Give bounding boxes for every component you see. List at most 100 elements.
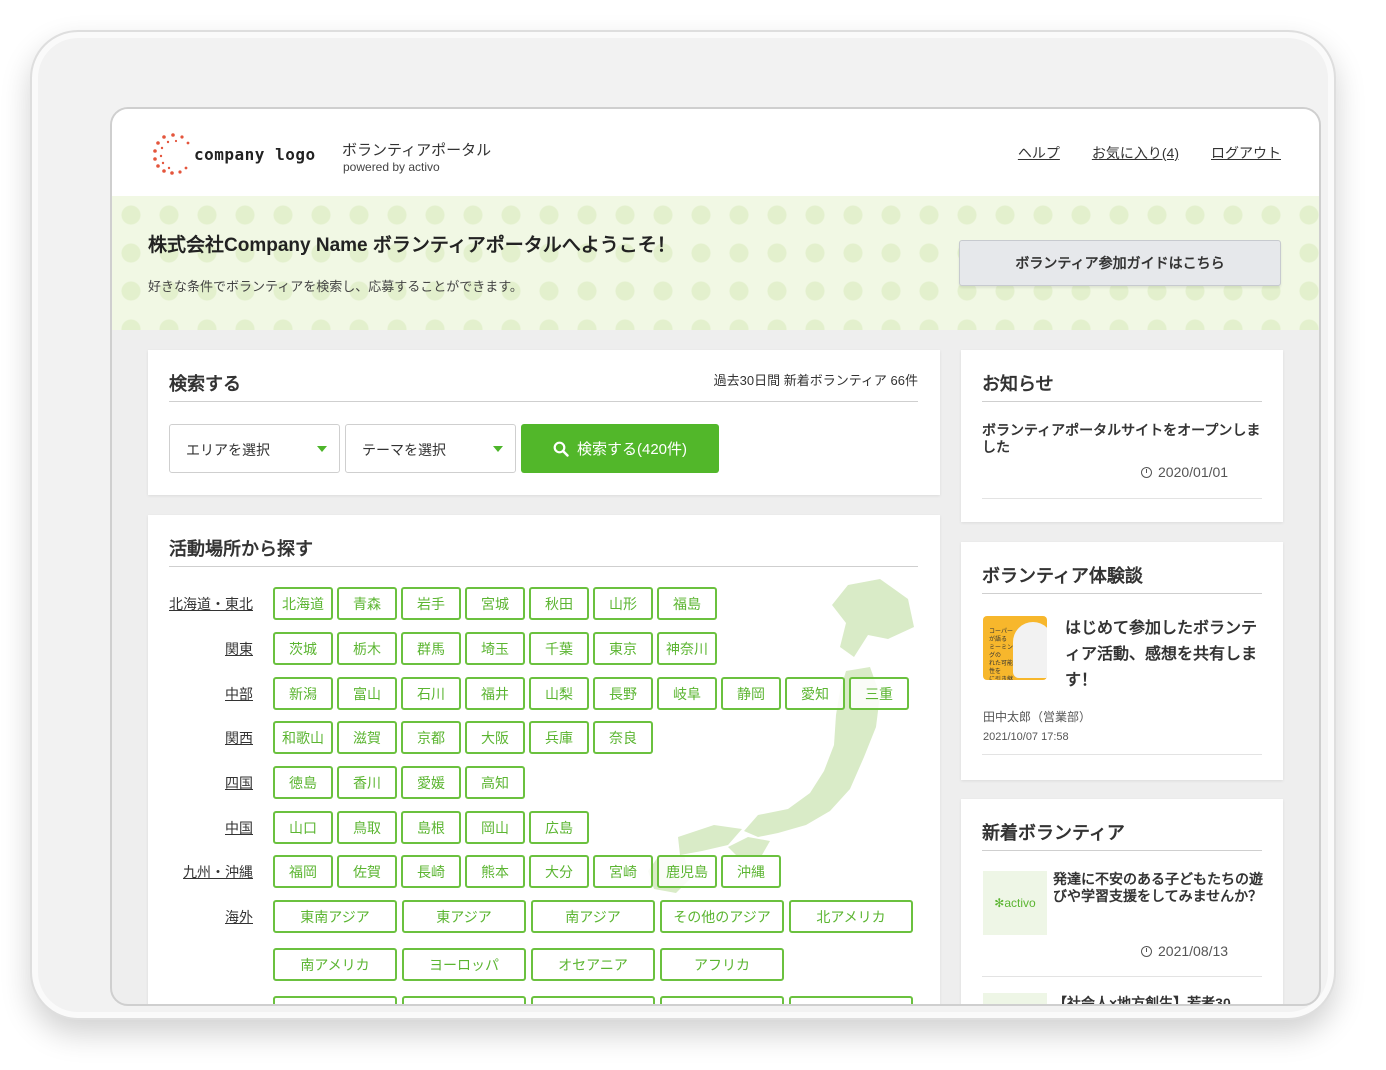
news-item-title[interactable]: ボランティアポータルサイトをオープンしました [982, 422, 1262, 456]
story-headline[interactable]: はじめて参加したボランティア活動、感想を共有します！ [1065, 616, 1265, 694]
region-label[interactable]: 海外 [225, 907, 253, 927]
volunteer-item-title-next[interactable]: 【社会人×地方創生】若者30 [1053, 995, 1263, 1004]
divider [982, 498, 1262, 499]
prefecture-button[interactable]: 山形 [593, 587, 653, 620]
prefecture-button-partial[interactable] [789, 996, 913, 1004]
prefecture-button[interactable]: 栃木 [337, 632, 397, 665]
prefecture-button[interactable]: 南アジア [531, 900, 655, 933]
prefecture-button[interactable]: 和歌山 [273, 721, 333, 754]
prefecture-button[interactable]: 青森 [337, 587, 397, 620]
prefecture-button[interactable]: 秋田 [529, 587, 589, 620]
volunteer-item-date: 2021/08/13 [1141, 943, 1228, 959]
logout-link[interactable]: ログアウト [1211, 143, 1281, 163]
prefecture-button[interactable]: 大分 [529, 855, 589, 888]
favorites-link[interactable]: お気に入り(4) [1092, 143, 1179, 163]
prefecture-button[interactable]: 岡山 [465, 811, 525, 844]
prefecture-button[interactable]: 宮城 [465, 587, 525, 620]
help-link[interactable]: ヘルプ [1018, 143, 1060, 163]
region-label[interactable]: 中部 [225, 684, 253, 704]
prefecture-button[interactable]: 山梨 [529, 677, 589, 710]
japan-map-icon [648, 579, 914, 893]
region-label[interactable]: 北海道・東北 [169, 594, 253, 614]
region-label[interactable]: 九州・沖縄 [183, 862, 253, 882]
region-label[interactable]: 関西 [225, 728, 253, 748]
logo-dots-icon [153, 133, 190, 175]
prefecture-button[interactable]: 福岡 [273, 855, 333, 888]
activo-thumbnail[interactable]: ✻activo [983, 871, 1047, 935]
region-label[interactable]: 関東 [225, 639, 253, 659]
prefecture-button[interactable]: 鹿児島 [657, 855, 717, 888]
prefecture-button[interactable]: 埼玉 [465, 632, 525, 665]
prefecture-button[interactable]: 群馬 [401, 632, 461, 665]
prefecture-button[interactable]: 愛媛 [401, 766, 461, 799]
story-thumbnail[interactable]: コーパーが語る ミーミングの れた可能性を に引き継ぐ [983, 616, 1047, 680]
search-button[interactable]: 検索する(420件) [521, 424, 719, 473]
prefecture-button[interactable]: 大阪 [465, 721, 525, 754]
prefecture-button[interactable]: 北アメリカ [789, 900, 913, 933]
prefecture-button[interactable]: 茨城 [273, 632, 333, 665]
prefecture-button[interactable]: 沖縄 [721, 855, 781, 888]
search-icon [553, 441, 569, 457]
prefecture-button[interactable]: ヨーロッパ [402, 948, 526, 981]
prefecture-button[interactable]: 富山 [337, 677, 397, 710]
region-label[interactable]: 中国 [225, 818, 253, 838]
prefecture-button[interactable]: 南アメリカ [273, 948, 397, 981]
prefecture-button[interactable]: 新潟 [273, 677, 333, 710]
prefecture-button[interactable]: 鳥取 [337, 811, 397, 844]
prefecture-button[interactable]: 広島 [529, 811, 589, 844]
prefecture-button[interactable]: オセアニア [531, 948, 655, 981]
prefecture-button[interactable]: 長野 [593, 677, 653, 710]
prefecture-button[interactable]: 神奈川 [657, 632, 717, 665]
thumbnail-text: コーパーが語る ミーミングの れた可能性を に引き継ぐ [989, 629, 1014, 680]
prefecture-button[interactable]: 宮崎 [593, 855, 653, 888]
prefecture-button[interactable]: 奈良 [593, 721, 653, 754]
prefecture-button[interactable]: 香川 [337, 766, 397, 799]
divider [982, 850, 1262, 851]
prefecture-button[interactable]: 岐阜 [657, 677, 717, 710]
guide-button[interactable]: ボランティア参加ガイドはこちら [959, 240, 1281, 286]
prefecture-button[interactable]: 愛知 [785, 677, 845, 710]
prefecture-button[interactable]: 北海道 [273, 587, 333, 620]
prefecture-button[interactable]: 石川 [401, 677, 461, 710]
portal-title: ボランティアポータル [342, 142, 492, 159]
prefecture-button[interactable]: アフリカ [660, 948, 784, 981]
header-nav: ヘルプ お気に入り(4) ログアウト [1018, 143, 1281, 163]
prefecture-button[interactable]: 長崎 [401, 855, 461, 888]
story-card: ボランティア体験談 コーパーが語る ミーミングの れた可能性を に引き継ぐ はじ… [961, 542, 1283, 780]
prefecture-button[interactable]: 滋賀 [337, 721, 397, 754]
person-photo [1013, 622, 1047, 678]
prefecture-button-partial[interactable] [660, 996, 784, 1004]
prefecture-button[interactable]: その他のアジア [660, 900, 784, 933]
theme-select-label: テーマを選択 [362, 442, 446, 458]
prefecture-button[interactable]: 京都 [401, 721, 461, 754]
volunteer-date-text: 2021/08/13 [1158, 943, 1229, 959]
prefecture-button[interactable]: 東アジア [402, 900, 526, 933]
prefecture-button[interactable]: 東京 [593, 632, 653, 665]
prefecture-button[interactable]: 福井 [465, 677, 525, 710]
divider [982, 976, 1262, 977]
prefecture-button[interactable]: 山口 [273, 811, 333, 844]
prefecture-button[interactable]: 兵庫 [529, 721, 589, 754]
prefecture-button[interactable]: 千葉 [529, 632, 589, 665]
news-title: お知らせ [982, 374, 1054, 394]
portal-subtitle: powered by activo [343, 160, 440, 174]
prefecture-button-partial[interactable] [402, 996, 526, 1004]
company-logo[interactable]: company logo [194, 145, 316, 164]
prefecture-button[interactable]: 佐賀 [337, 855, 397, 888]
prefecture-button[interactable]: 徳島 [273, 766, 333, 799]
prefecture-button[interactable]: 福島 [657, 587, 717, 620]
prefecture-button-partial[interactable] [531, 996, 655, 1004]
prefecture-button[interactable]: 岩手 [401, 587, 461, 620]
prefecture-button[interactable]: 東南アジア [273, 900, 397, 933]
prefecture-button[interactable]: 島根 [401, 811, 461, 844]
theme-select[interactable]: テーマを選択 [345, 424, 516, 473]
next-thumbnail[interactable] [983, 993, 1047, 1004]
volunteer-item-title[interactable]: 発達に不安のある子どもたちの遊びや学習支援をしてみませんか？ [1053, 871, 1263, 905]
prefecture-button[interactable]: 三重 [849, 677, 909, 710]
prefecture-button-partial[interactable] [273, 996, 397, 1004]
prefecture-button[interactable]: 静岡 [721, 677, 781, 710]
prefecture-button[interactable]: 熊本 [465, 855, 525, 888]
region-label[interactable]: 四国 [225, 773, 253, 793]
area-select[interactable]: エリアを選択 [169, 424, 340, 473]
prefecture-button[interactable]: 高知 [465, 766, 525, 799]
